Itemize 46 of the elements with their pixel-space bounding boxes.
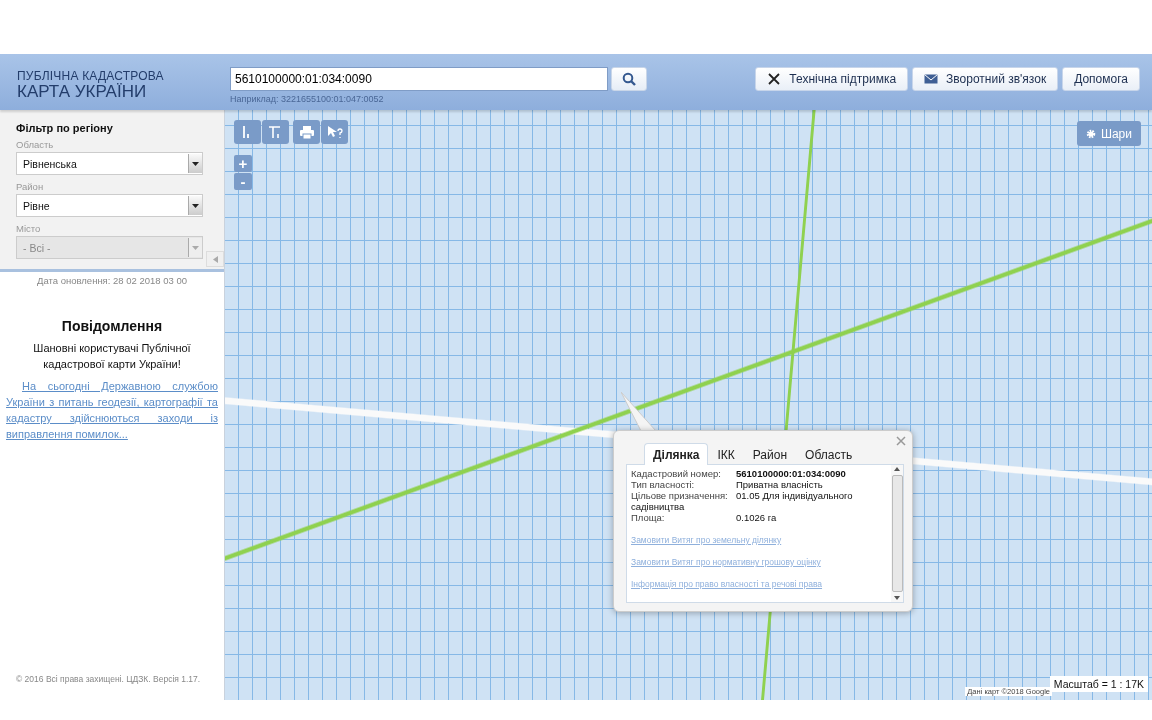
search-icon [622,72,636,86]
logo-title: ПУБЛІЧНА КАДАСТРОВА [17,69,165,83]
field-label: Район [16,181,45,192]
field-label: Область [16,139,55,150]
scroll-up-icon[interactable] [894,467,900,471]
pointer-question-icon [326,125,343,139]
notice-title: Повідомлення [61,318,163,334]
filter-title: Фільтр по регіону [16,122,114,134]
logo-subtitle: КАРТА УКРАЇНИ [17,83,147,101]
print-button[interactable] [293,120,320,144]
parcel-field: Кадастровий номер: 5610100000:01:034:0090 [631,468,887,479]
identify-button[interactable] [321,120,348,144]
copyright-text: © 2016 Всі права захищені. ЦДЗК. Версія 1.17. [15,674,202,686]
ruler-button[interactable] [234,120,261,144]
region-select[interactable]: Рівненська [16,152,203,175]
print-icon [299,125,314,139]
area-button[interactable] [262,120,289,144]
dropdown-caret-icon [192,203,199,208]
parcel-field: Тип власності: Приватна власність [631,479,887,490]
popup-tab[interactable]: Район [743,443,797,465]
dropdown-caret-icon [192,161,199,166]
search-field[interactable]: 5610100000:01:034:0090 [230,67,608,91]
header-button[interactable]: Зворотний зв'язок [912,67,1059,91]
header-button[interactable]: Технічна підтримка [755,67,909,91]
envelope-icon [924,74,939,84]
dropdown-caret-icon [192,245,199,250]
scrollbar[interactable] [891,465,903,602]
notice-link[interactable]: На сьогодні Державною службою України з питань геодезії, картографії та кадастру здійснюються заходи із виправлення помилок... [6,378,218,442]
popup-tab[interactable]: Область [796,443,862,465]
close-icon[interactable] [895,434,907,446]
search-hint: Наприклад: 3221655100:01:047:0052 [230,94,385,104]
map-scale: Масштаб = 1 : 17K [1049,676,1148,692]
parcel-field: Площа: 0.1026 га [631,512,887,523]
left-caret-icon [212,255,218,263]
gear-icon [1085,128,1096,139]
field-label: Місто [16,223,42,234]
region-select[interactable]: Рівне [16,194,203,217]
parcel-field: Цільове призначення: 01.05 Для індивідуального садівництва [631,490,887,512]
update-date: Дата оновлення: 28 02 2018 03 00 [36,275,188,286]
notice-text: Шановні користувачі Публічної кадастрової карти України! [32,341,192,372]
search-button[interactable] [611,67,647,91]
popup-tab[interactable]: ІКК [708,443,744,465]
collapse-button[interactable] [206,251,224,267]
header-button[interactable]: Допомога [1062,67,1140,91]
scroll-down-icon[interactable] [894,596,900,600]
popup-tab[interactable]: Ділянка [644,443,709,465]
